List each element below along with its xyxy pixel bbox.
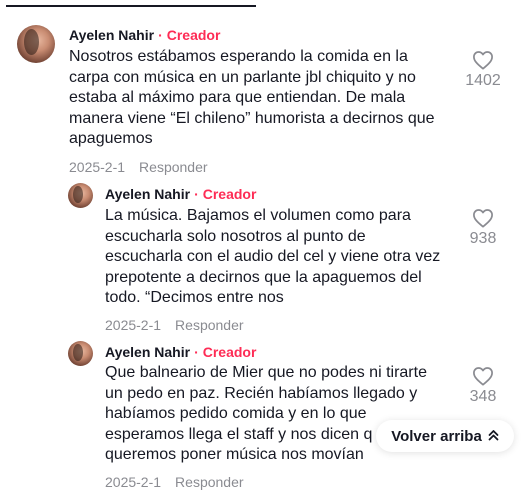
reply-button[interactable]: Responder (175, 474, 244, 490)
avatar[interactable] (68, 183, 93, 208)
comment-date: 2025-2-1 (105, 317, 162, 333)
avatar[interactable] (17, 25, 55, 63)
comment-header: Ayelen Nahir · Creador (105, 186, 256, 202)
avatar[interactable] (68, 341, 93, 366)
double-chevron-up-icon (488, 429, 499, 444)
separator-dot: · (194, 186, 199, 202)
reply-button[interactable]: Responder (139, 159, 208, 175)
like-count: 938 (469, 230, 497, 247)
comment-text: Nosotros estábamos esperando la comida e… (69, 48, 435, 147)
heart-outline-icon (473, 367, 493, 386)
like-count: 348 (469, 388, 497, 405)
author-name[interactable]: Ayelen Nahir (105, 344, 190, 360)
comment-date: 2025-2-1 (69, 159, 126, 175)
separator-dot: · (158, 27, 163, 43)
back-to-top-button[interactable]: Volver arriba (376, 420, 514, 452)
author-name[interactable]: Ayelen Nahir (69, 27, 154, 43)
creator-badge: Creador (202, 186, 257, 202)
like-count: 1402 (465, 72, 501, 89)
like-button[interactable]: 1402 (457, 50, 509, 90)
comment-footer: 2025-2-1 Responder (105, 474, 244, 490)
author-name[interactable]: Ayelen Nahir (105, 186, 190, 202)
reply-button[interactable]: Responder (175, 317, 244, 333)
comment-footer: 2025-2-1 Responder (105, 317, 244, 333)
separator-dot: · (194, 344, 199, 360)
top-tab-bar (0, 0, 521, 8)
comment-header: Ayelen Nahir · Creador (69, 27, 220, 43)
back-to-top-label: Volver arriba (391, 427, 482, 445)
heart-outline-icon (473, 209, 493, 228)
comment-header: Ayelen Nahir · Creador (105, 344, 256, 360)
comment-footer: 2025-2-1 Responder (69, 159, 208, 175)
active-tab-indicator (6, 5, 256, 7)
comment-date: 2025-2-1 (105, 474, 162, 490)
creator-badge: Creador (202, 344, 257, 360)
creator-badge: Creador (166, 27, 221, 43)
heart-outline-icon (473, 51, 493, 70)
like-button[interactable]: 348 (457, 366, 509, 406)
comment-text: La música. Bajamos el volumen como para … (105, 207, 441, 306)
like-button[interactable]: 938 (457, 208, 509, 248)
